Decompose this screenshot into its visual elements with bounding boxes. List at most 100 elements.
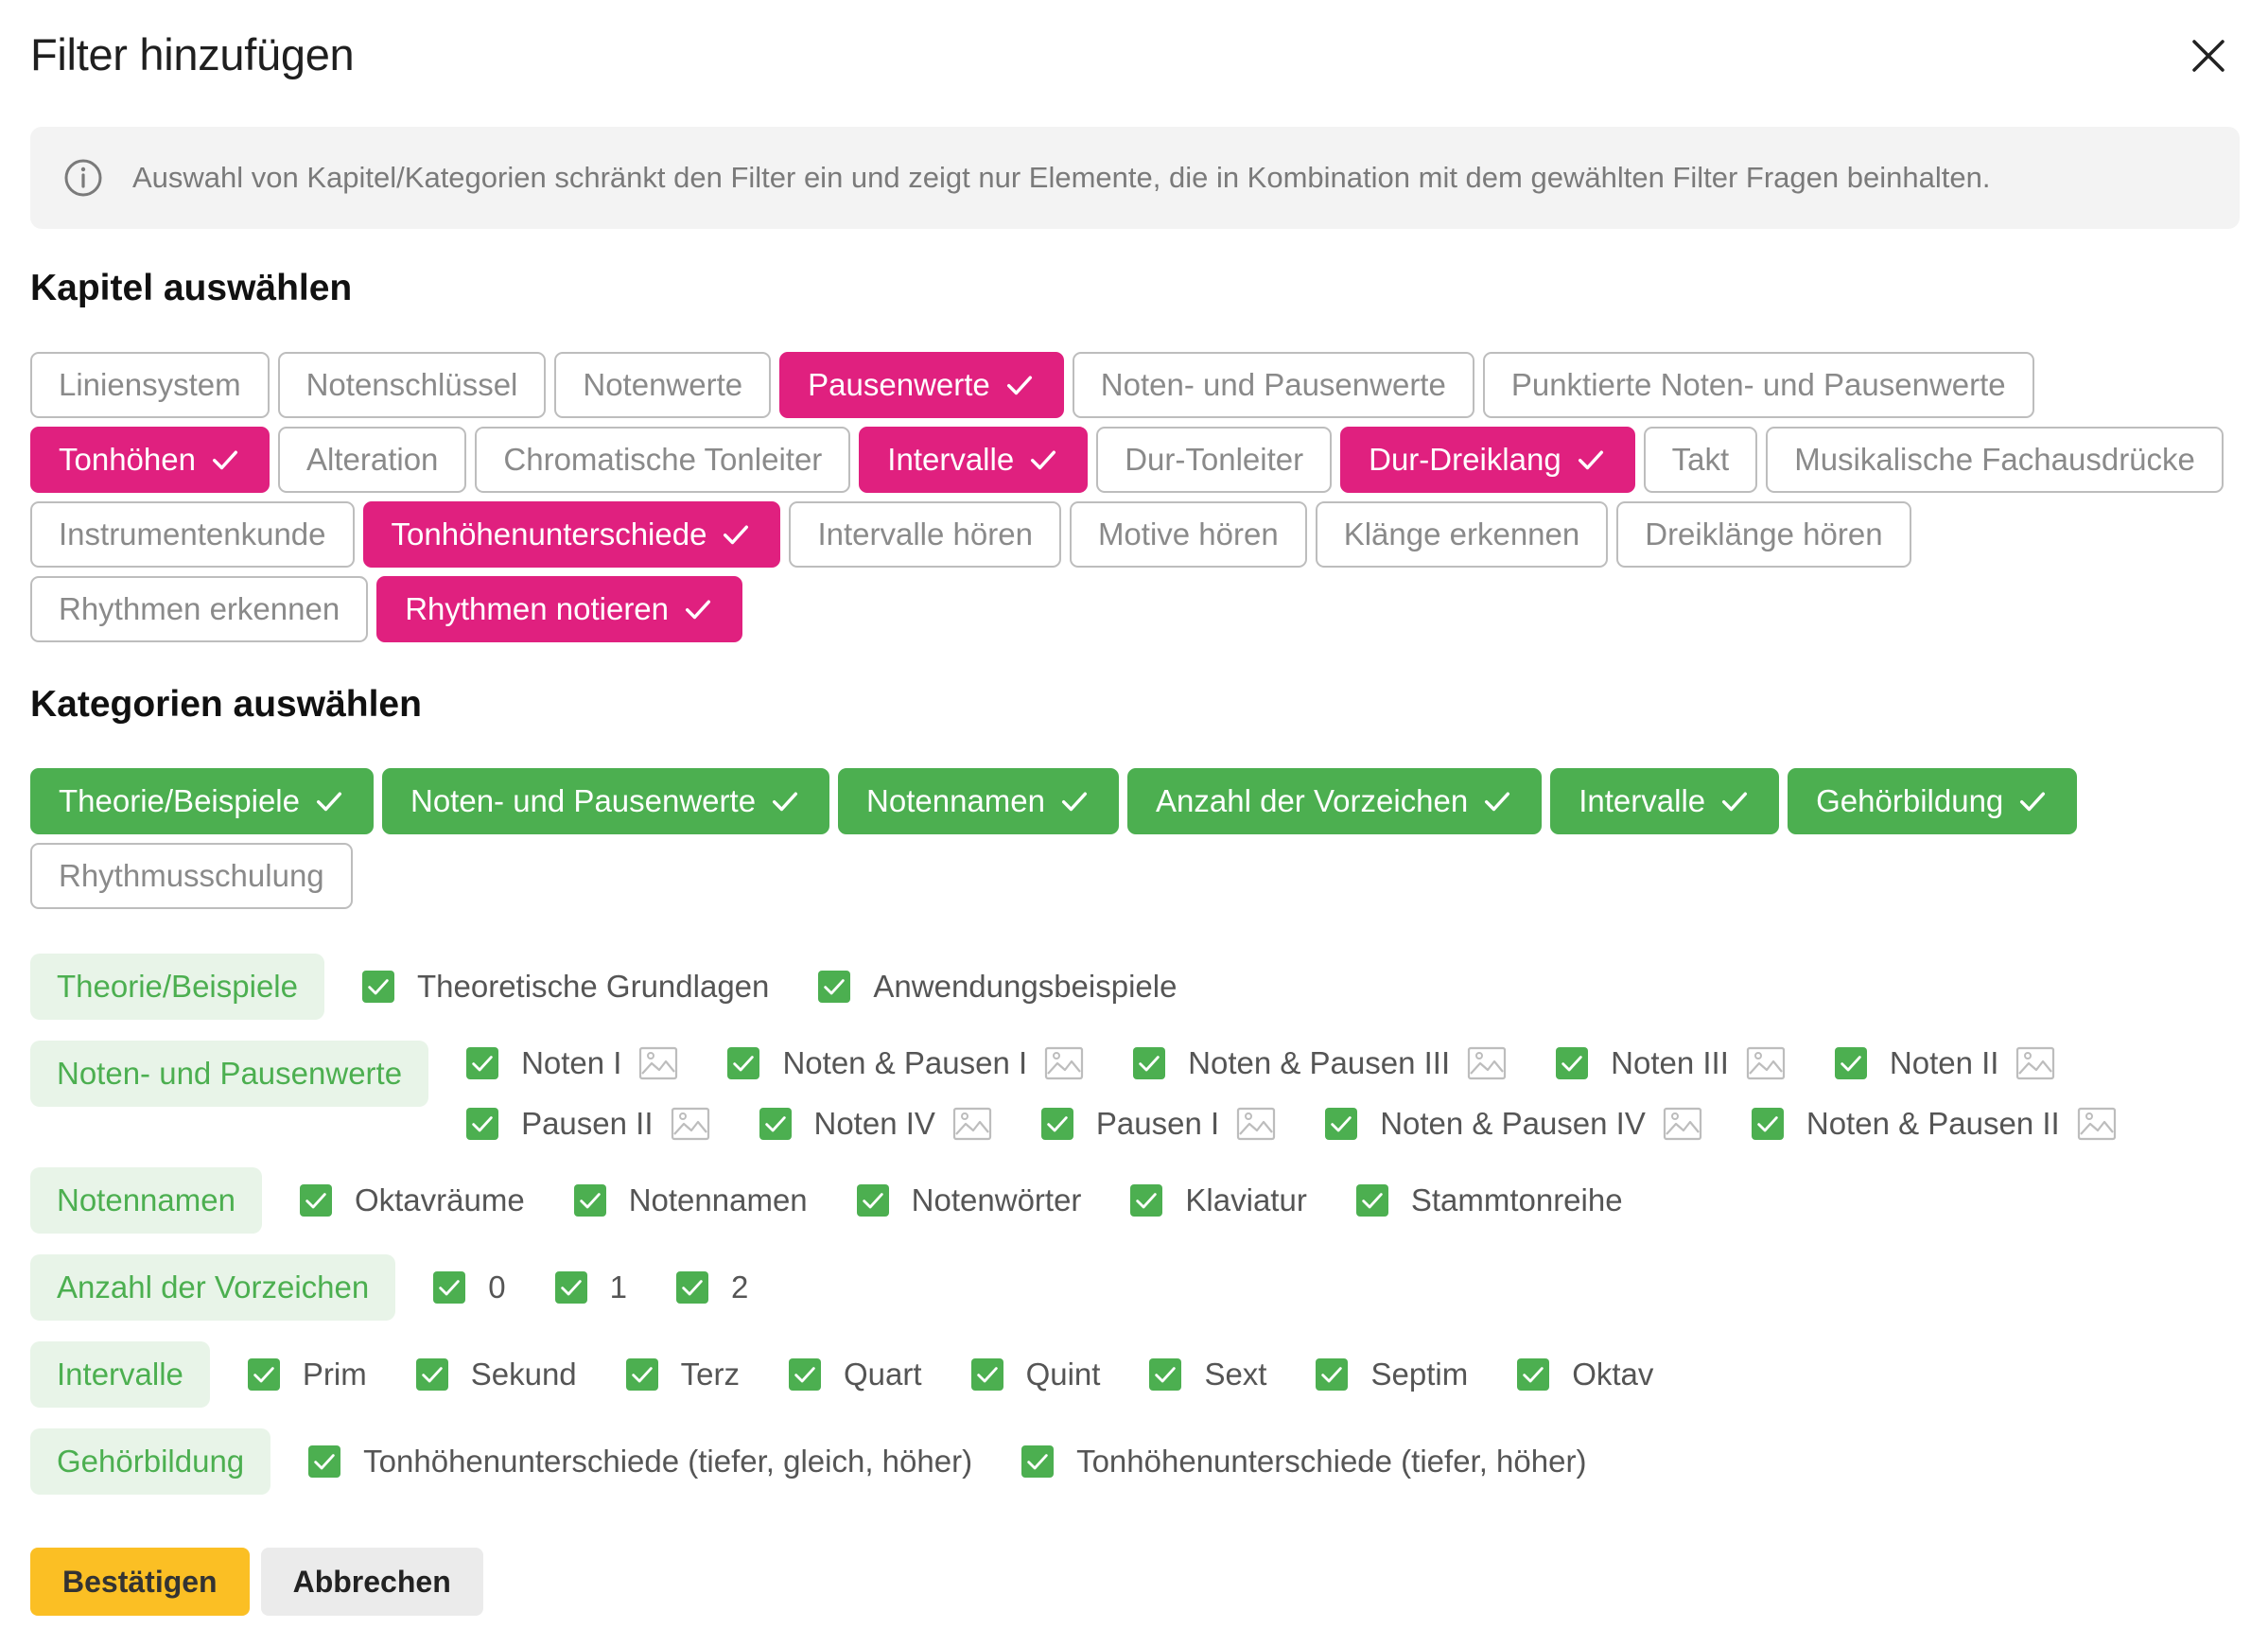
image-preview-icon[interactable]	[2015, 1046, 2055, 1080]
checkbox[interactable]	[433, 1271, 466, 1304]
subcategory-checkbox-item[interactable]: Anwendungsbeispiele	[818, 954, 1177, 1020]
checkbox[interactable]	[554, 1271, 587, 1304]
subcategory-checkbox-item[interactable]: Noten & Pausen IV	[1325, 1101, 1702, 1147]
checkbox[interactable]	[789, 1358, 822, 1391]
subcategory-checkbox-item[interactable]: Noten I	[466, 1041, 678, 1086]
subcategory-checkbox-item[interactable]: Noten & Pausen II	[1751, 1101, 2117, 1147]
checkbox[interactable]	[415, 1358, 448, 1391]
checkbox[interactable]	[308, 1445, 341, 1478]
chapter-chip-instrumentenkunde[interactable]: Instrumentenkunde	[30, 501, 355, 568]
chapter-chip-klänge-erkennen[interactable]: Klänge erkennen	[1315, 501, 1609, 568]
category-chip-rhythmusschulung[interactable]: Rhythmusschulung	[30, 843, 353, 909]
checkbox[interactable]	[675, 1271, 708, 1304]
image-preview-icon[interactable]	[952, 1107, 992, 1141]
checkbox[interactable]	[625, 1358, 658, 1391]
cancel-button[interactable]: Abbrechen	[260, 1548, 483, 1616]
subcategory-checkbox-item[interactable]: Terz	[625, 1341, 740, 1408]
category-chip-intervalle[interactable]: Intervalle	[1550, 768, 1780, 834]
chapter-chip-dur-tonleiter[interactable]: Dur-Tonleiter	[1096, 427, 1333, 493]
confirm-button[interactable]: Bestätigen	[30, 1548, 250, 1616]
subcategory-checkbox-item[interactable]: Theoretische Grundlagen	[361, 954, 769, 1020]
image-preview-icon[interactable]	[1044, 1046, 1084, 1080]
checkbox[interactable]	[759, 1108, 792, 1140]
subcategory-checkbox-item[interactable]: Quint	[970, 1341, 1100, 1408]
chapter-chip-punktierte-noten-und-pausenwerte[interactable]: Punktierte Noten- und Pausenwerte	[1482, 352, 2034, 418]
chapter-chip-motive-hören[interactable]: Motive hören	[1069, 501, 1307, 568]
checkbox[interactable]	[1130, 1184, 1163, 1217]
chapter-chip-dur-dreiklang[interactable]: Dur-Dreiklang	[1340, 427, 1635, 493]
subcategory-checkbox-item[interactable]: Tonhöhenunterschiede (tiefer, höher)	[1021, 1428, 1586, 1495]
chapter-chip-noten-und-pausenwerte[interactable]: Noten- und Pausenwerte	[1072, 352, 1474, 418]
subcategory-checkbox-item[interactable]: Noten III	[1556, 1041, 1786, 1086]
chapter-chip-musikalische-fachausdrücke[interactable]: Musikalische Fachausdrücke	[1766, 427, 2224, 493]
checkbox[interactable]	[970, 1358, 1003, 1391]
close-button[interactable]	[2185, 32, 2232, 79]
subcategory-checkbox-item[interactable]: Tonhöhenunterschiede (tiefer, gleich, hö…	[308, 1428, 972, 1495]
subcategory-checkbox-item[interactable]: Noten IV	[759, 1101, 992, 1147]
chapter-chip-intervalle[interactable]: Intervalle	[859, 427, 1089, 493]
chapter-chip-rhythmen-erkennen[interactable]: Rhythmen erkennen	[30, 576, 369, 642]
subcategory-checkbox-item[interactable]: Quart	[789, 1341, 922, 1408]
chapter-chip-tonhöhen[interactable]: Tonhöhen	[30, 427, 270, 493]
image-preview-icon[interactable]	[2077, 1107, 2117, 1141]
chapter-chip-liniensystem[interactable]: Liniensystem	[30, 352, 270, 418]
subcategory-checkbox-item[interactable]: Sext	[1149, 1341, 1266, 1408]
subcategory-checkbox-item[interactable]: Noten & Pausen I	[727, 1041, 1084, 1086]
category-chip-anzahl-der-vorzeichen[interactable]: Anzahl der Vorzeichen	[1127, 768, 1543, 834]
subcategory-checkbox-item[interactable]: Stammtonreihe	[1355, 1167, 1623, 1234]
subcategory-checkbox-item[interactable]: Prim	[247, 1341, 367, 1408]
checkbox[interactable]	[1133, 1047, 1166, 1079]
chapter-chip-rhythmen-notieren[interactable]: Rhythmen notieren	[376, 576, 743, 642]
checkbox[interactable]	[1517, 1358, 1550, 1391]
chapter-chip-tonhöhenunterschiede[interactable]: Tonhöhenunterschiede	[362, 501, 781, 568]
image-preview-icon[interactable]	[1467, 1046, 1507, 1080]
chapter-chip-intervalle-hören[interactable]: Intervalle hören	[789, 501, 1061, 568]
category-chip-gehörbildung[interactable]: Gehörbildung	[1788, 768, 2078, 834]
category-chip-theorie-beispiele[interactable]: Theorie/Beispiele	[30, 768, 374, 834]
checkbox[interactable]	[1751, 1108, 1784, 1140]
subcategory-checkbox-item[interactable]: Notenwörter	[856, 1167, 1081, 1234]
checkbox[interactable]	[1040, 1108, 1073, 1140]
subcategory-checkbox-item[interactable]: Noten II	[1834, 1041, 2056, 1086]
subcategory-checkbox-item[interactable]: Sekund	[415, 1341, 577, 1408]
checkbox[interactable]	[727, 1047, 760, 1079]
checkbox[interactable]	[361, 971, 394, 1003]
chapter-chip-dreiklänge-hören[interactable]: Dreiklänge hören	[1616, 501, 1911, 568]
image-preview-icon[interactable]	[638, 1046, 678, 1080]
checkbox[interactable]	[1325, 1108, 1358, 1140]
chapter-chip-notenwerte[interactable]: Notenwerte	[554, 352, 772, 418]
subcategory-checkbox-item[interactable]: Klaviatur	[1130, 1167, 1307, 1234]
checkbox[interactable]	[247, 1358, 280, 1391]
subcategory-checkbox-item[interactable]: Oktav	[1517, 1341, 1653, 1408]
subcategory-checkbox-item[interactable]: 1	[554, 1254, 627, 1321]
chapter-chip-pausenwerte[interactable]: Pausenwerte	[779, 352, 1064, 418]
checkbox[interactable]	[1355, 1184, 1388, 1217]
chapter-chip-alteration[interactable]: Alteration	[277, 427, 467, 493]
image-preview-icon[interactable]	[1746, 1046, 1786, 1080]
checkbox[interactable]	[818, 971, 851, 1003]
checkbox[interactable]	[1316, 1358, 1349, 1391]
subcategory-checkbox-item[interactable]: Pausen II	[466, 1101, 709, 1147]
chapter-chip-takt[interactable]: Takt	[1643, 427, 1758, 493]
category-chip-noten-und-pausenwerte[interactable]: Noten- und Pausenwerte	[381, 768, 830, 834]
chapter-chip-notenschlüssel[interactable]: Notenschlüssel	[277, 352, 547, 418]
category-chip-notennamen[interactable]: Notennamen	[838, 768, 1120, 834]
checkbox[interactable]	[466, 1108, 499, 1140]
subcategory-checkbox-item[interactable]: Septim	[1316, 1341, 1468, 1408]
subcategory-checkbox-item[interactable]: 0	[433, 1254, 506, 1321]
image-preview-icon[interactable]	[1663, 1107, 1702, 1141]
subcategory-checkbox-item[interactable]: Pausen I	[1040, 1101, 1276, 1147]
image-preview-icon[interactable]	[1236, 1107, 1276, 1141]
checkbox[interactable]	[1021, 1445, 1055, 1478]
checkbox[interactable]	[573, 1184, 606, 1217]
subcategory-checkbox-item[interactable]: Noten & Pausen III	[1133, 1041, 1507, 1086]
subcategory-checkbox-item[interactable]: Notennamen	[573, 1167, 808, 1234]
checkbox[interactable]	[299, 1184, 332, 1217]
checkbox[interactable]	[1834, 1047, 1867, 1079]
checkbox[interactable]	[466, 1047, 499, 1079]
checkbox[interactable]	[1556, 1047, 1589, 1079]
image-preview-icon[interactable]	[671, 1107, 710, 1141]
checkbox[interactable]	[1149, 1358, 1182, 1391]
checkbox[interactable]	[856, 1184, 889, 1217]
subcategory-checkbox-item[interactable]: Oktavräume	[299, 1167, 525, 1234]
